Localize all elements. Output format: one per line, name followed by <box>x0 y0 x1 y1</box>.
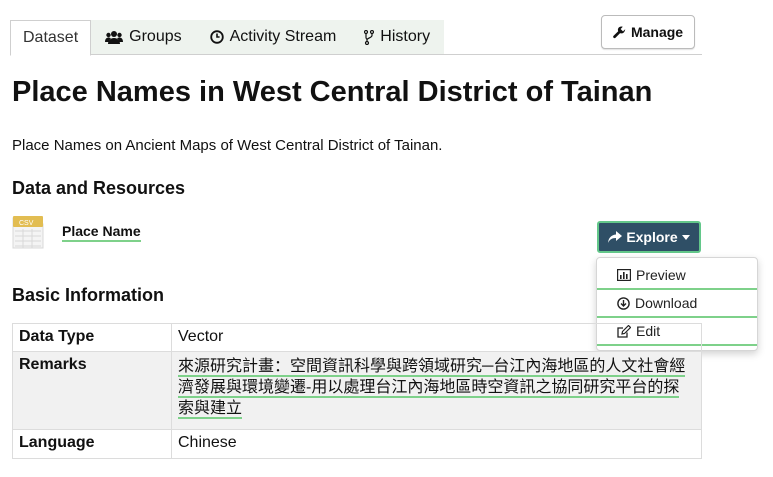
menu-item-preview[interactable]: Preview <box>597 262 757 290</box>
tab-groups[interactable]: Groups <box>91 20 195 54</box>
tab-label: History <box>380 28 431 45</box>
row-key: Language <box>12 429 172 459</box>
tab-dataset[interactable]: Dataset <box>10 20 92 56</box>
resources-heading: Data and Resources <box>12 178 186 198</box>
manage-button[interactable]: Manage <box>601 15 695 49</box>
row-value: Chinese <box>171 429 702 459</box>
tab-activity-stream[interactable]: Activity Stream <box>196 20 351 54</box>
row-key: Data Type <box>12 323 172 352</box>
caret-down-icon <box>681 234 690 240</box>
wrench-icon <box>613 26 626 39</box>
table-row: Remarks 來源研究計畫：空間資訊科學與跨領域研究─台江內海地區的人文社會經… <box>12 351 702 430</box>
share-icon <box>608 231 623 243</box>
row-value: Vector <box>171 323 702 352</box>
table-row: Data Type Vector <box>12 323 702 352</box>
explore-label: Explore <box>626 229 678 245</box>
table-row: Language Chinese <box>12 429 702 459</box>
code-fork-icon <box>364 29 375 45</box>
resource-link-place-name[interactable]: Place Name <box>62 223 141 242</box>
dataset-notes: Place Names on Ancient Maps of West Cent… <box>12 137 443 154</box>
bar-chart-icon <box>617 269 631 281</box>
basic-info-heading: Basic Information <box>12 285 165 305</box>
svg-text:CSV: CSV <box>19 220 34 227</box>
users-icon <box>105 30 124 44</box>
menu-item-label: Download <box>635 295 698 311</box>
row-key: Remarks <box>12 351 172 430</box>
tab-label: Dataset <box>23 29 79 46</box>
tab-strip: Dataset Groups Activity Stream History <box>10 20 445 56</box>
manage-label: Manage <box>630 24 684 40</box>
clock-icon <box>209 30 224 44</box>
csv-format-icon: CSV <box>12 214 44 250</box>
remarks-link[interactable]: 來源研究計畫：空間資訊科學與跨領域研究─台江內海地區的人文社會經濟發展與環境變遷… <box>178 358 686 419</box>
explore-button[interactable]: Explore <box>597 221 701 253</box>
row-value: 來源研究計畫：空間資訊科學與跨領域研究─台江內海地區的人文社會經濟發展與環境變遷… <box>171 351 702 430</box>
page-title: Place Names in West Central District of … <box>12 76 653 108</box>
basic-info-table: Data Type Vector Remarks 來源研究計畫：空間資訊科學與跨… <box>12 323 702 459</box>
download-icon <box>617 296 630 310</box>
tab-history[interactable]: History <box>350 20 444 54</box>
dataset-tabs: Dataset Groups Activity Stream History <box>10 20 702 56</box>
tab-label: Groups <box>129 28 182 45</box>
menu-item-download[interactable]: Download <box>597 290 757 318</box>
tab-label: Activity Stream <box>229 28 337 45</box>
menu-item-label: Preview <box>636 267 686 283</box>
